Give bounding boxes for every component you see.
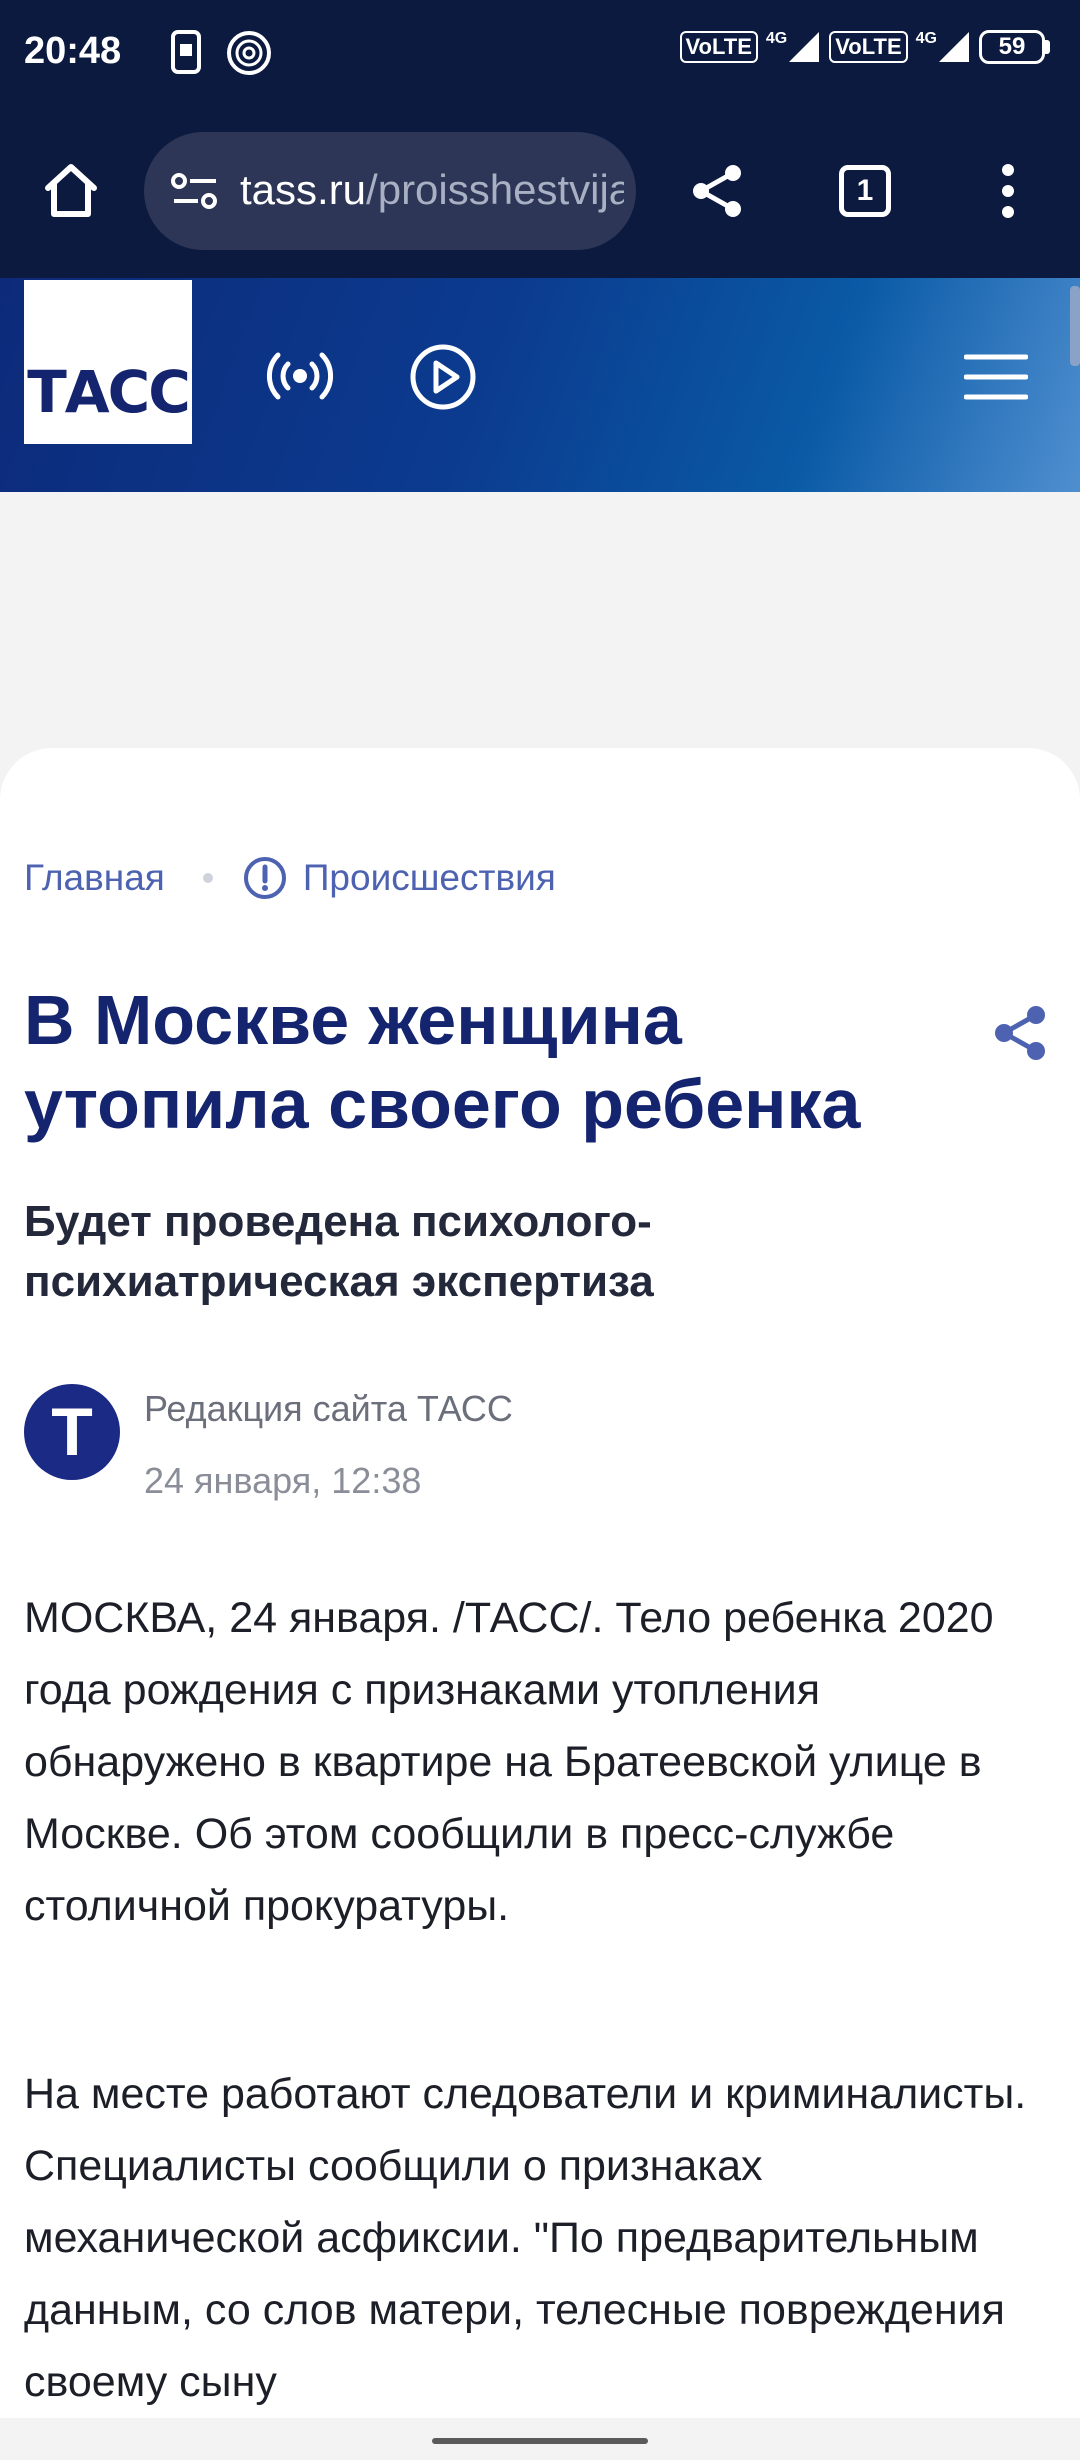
author-name[interactable]: Редакция сайта ТАСС — [144, 1388, 513, 1430]
play-icon[interactable] — [408, 342, 478, 412]
browser-toolbar: tass.ru/proisshestvija 1 — [0, 108, 1080, 278]
article-subtitle: Будет проведена психолого-психиатрическа… — [24, 1197, 654, 1306]
tass-logo[interactable]: ТАСС — [24, 280, 192, 444]
breadcrumb: Главная Происшествия — [24, 856, 556, 900]
status-time: 20:48 — [24, 30, 122, 72]
gesture-handle[interactable] — [432, 2438, 648, 2444]
address-bar[interactable]: tass.ru/proisshestvija — [144, 132, 636, 250]
share-icon[interactable] — [990, 1003, 1050, 1063]
article-paragraph: На месте работают следователи и криминал… — [24, 2070, 1027, 2406]
tab-count: 1 — [839, 165, 891, 217]
volte-badge-1: VoLTE — [679, 31, 758, 63]
signal-label-2: 4G — [915, 30, 937, 47]
battery-icon: 59 — [979, 30, 1050, 64]
breadcrumb-section[interactable]: Происшествия — [303, 857, 556, 899]
signal-icon: 4G — [766, 30, 821, 64]
ad-placeholder — [0, 492, 1080, 752]
fingerprint-icon — [226, 30, 272, 81]
scrollbar[interactable] — [1070, 286, 1080, 366]
site-header: ТАСС — [0, 278, 1080, 492]
signal-icon: 4G — [916, 30, 971, 64]
radio-icon[interactable] — [262, 348, 338, 404]
home-icon[interactable] — [36, 156, 106, 226]
alert-icon — [243, 857, 286, 899]
publish-date: 24 января, 12:38 — [144, 1460, 422, 1501]
url-path: /proisshestvija — [366, 166, 624, 213]
logo-text: ТАСС — [27, 358, 191, 426]
more-icon[interactable] — [990, 156, 1026, 226]
status-indicators: VoLTE 4G VoLTE 4G 59 — [679, 30, 1050, 64]
signal-label-1: 4G — [765, 30, 788, 47]
battery-level: 59 — [979, 30, 1045, 64]
article-title: В Москве женщина утопила своего ребенка — [24, 981, 861, 1143]
volte-badge-2: VoLTE — [829, 31, 908, 63]
author-avatar[interactable]: Т — [24, 1384, 120, 1480]
site-settings-icon[interactable] — [170, 168, 220, 214]
share-icon[interactable] — [682, 156, 752, 226]
menu-icon[interactable] — [962, 352, 1030, 402]
breadcrumb-separator — [202, 873, 213, 883]
tabs-icon[interactable]: 1 — [830, 156, 900, 226]
status-bar: 20:48 VoLTE 4G VoLTE 4G 59 — [0, 0, 1080, 108]
navigation-bar — [0, 2418, 1080, 2460]
breadcrumb-home[interactable]: Главная — [24, 857, 165, 899]
url-text[interactable]: tass.ru/proisshestvija — [240, 166, 624, 214]
sim-card-icon — [168, 30, 204, 79]
article-card: Главная Происшествия В Москве женщина ут… — [0, 748, 1080, 2418]
url-host: tass.ru — [240, 166, 367, 213]
article-paragraph: МОСКВА, 24 января. /ТАСС/. Тело ребенка … — [24, 1594, 994, 1930]
